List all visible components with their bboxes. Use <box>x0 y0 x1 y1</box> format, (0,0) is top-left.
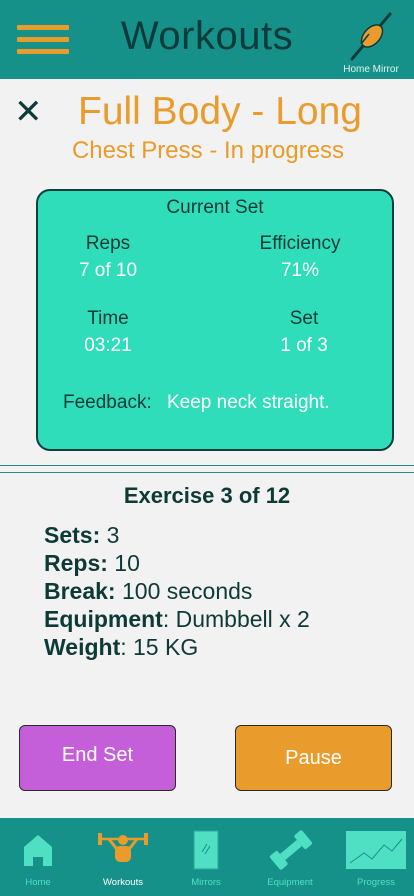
nav-item-home[interactable]: Home <box>8 818 68 896</box>
efficiency-label: Efficiency <box>259 233 341 254</box>
nav-item-mirrors[interactable]: Mirrors <box>180 818 232 896</box>
reps-value: 7 of 10 <box>78 260 138 281</box>
efficiency-value: 71% <box>280 260 320 281</box>
reps-row: Reps: 10 <box>44 549 310 577</box>
progress-chart-icon <box>346 831 406 869</box>
reps-label: Reps: <box>44 550 108 576</box>
sets-label: Sets: <box>44 522 101 548</box>
feedback-label: Feedback: <box>63 392 152 413</box>
current-set-card: Current Set Reps 7 of 10 Efficiency 71% … <box>36 189 394 451</box>
divider <box>0 465 414 466</box>
mirror-icon <box>193 830 219 870</box>
end-set-button[interactable]: End Set <box>19 725 176 791</box>
weight-value: : 15 KG <box>120 634 199 660</box>
nav-label-workouts: Workouts <box>103 877 143 888</box>
current-set-title: Current Set <box>166 197 264 218</box>
sets-value: 3 <box>100 522 120 548</box>
weightlifter-icon <box>98 833 148 862</box>
equipment-value: : Dumbbell x 2 <box>162 606 310 632</box>
sets-row: Sets: 3 <box>44 521 310 549</box>
pause-button[interactable]: Pause <box>235 725 392 791</box>
nav-label-progress: Progress <box>356 877 395 888</box>
break-value: 100 seconds <box>115 578 253 604</box>
reps-value: 10 <box>107 550 140 576</box>
mirror-connection-icon <box>350 12 392 61</box>
nav-label-home: Home <box>25 877 51 888</box>
home-mirror-label: Home Mirror <box>343 64 399 75</box>
weight-label: Weight <box>44 634 121 660</box>
nav-item-progress[interactable]: Progress <box>344 818 408 896</box>
break-label: Break: <box>44 578 116 604</box>
app-header: Workouts Home Mirror <box>0 0 414 79</box>
time-label: Time <box>87 308 129 329</box>
home-mirror-button[interactable]: Home Mirror <box>338 6 404 76</box>
bottom-nav: Home Workouts Mirrors Equipment Progress <box>0 818 414 896</box>
reps-label: Reps <box>85 233 131 254</box>
equipment-label: Equipment <box>44 606 163 632</box>
feedback-text: Keep neck straight. <box>167 392 330 413</box>
equipment-row: Equipment: Dumbbell x 2 <box>44 605 310 633</box>
workout-title: Full Body - Long <box>78 90 362 133</box>
time-value: 03:21 <box>84 335 132 356</box>
exercise-details: Sets: 3 Reps: 10 Break: 100 seconds Equi… <box>44 521 310 661</box>
home-icon <box>24 835 52 866</box>
workout-subtitle: Chest Press - In progress <box>71 137 345 164</box>
nav-item-workouts[interactable]: Workouts <box>92 818 154 896</box>
exercise-heading: Exercise 3 of 12 <box>123 483 291 508</box>
nav-label-equipment: Equipment <box>267 877 313 888</box>
weight-row: Weight: 15 KG <box>44 633 310 661</box>
set-label: Set <box>289 308 319 329</box>
nav-item-equipment[interactable]: Equipment <box>260 818 320 896</box>
dumbbell-icon <box>269 830 313 870</box>
break-row: Break: 100 seconds <box>44 577 310 605</box>
nav-label-mirrors: Mirrors <box>191 877 221 888</box>
set-value: 1 of 3 <box>280 335 328 356</box>
divider <box>0 472 414 473</box>
